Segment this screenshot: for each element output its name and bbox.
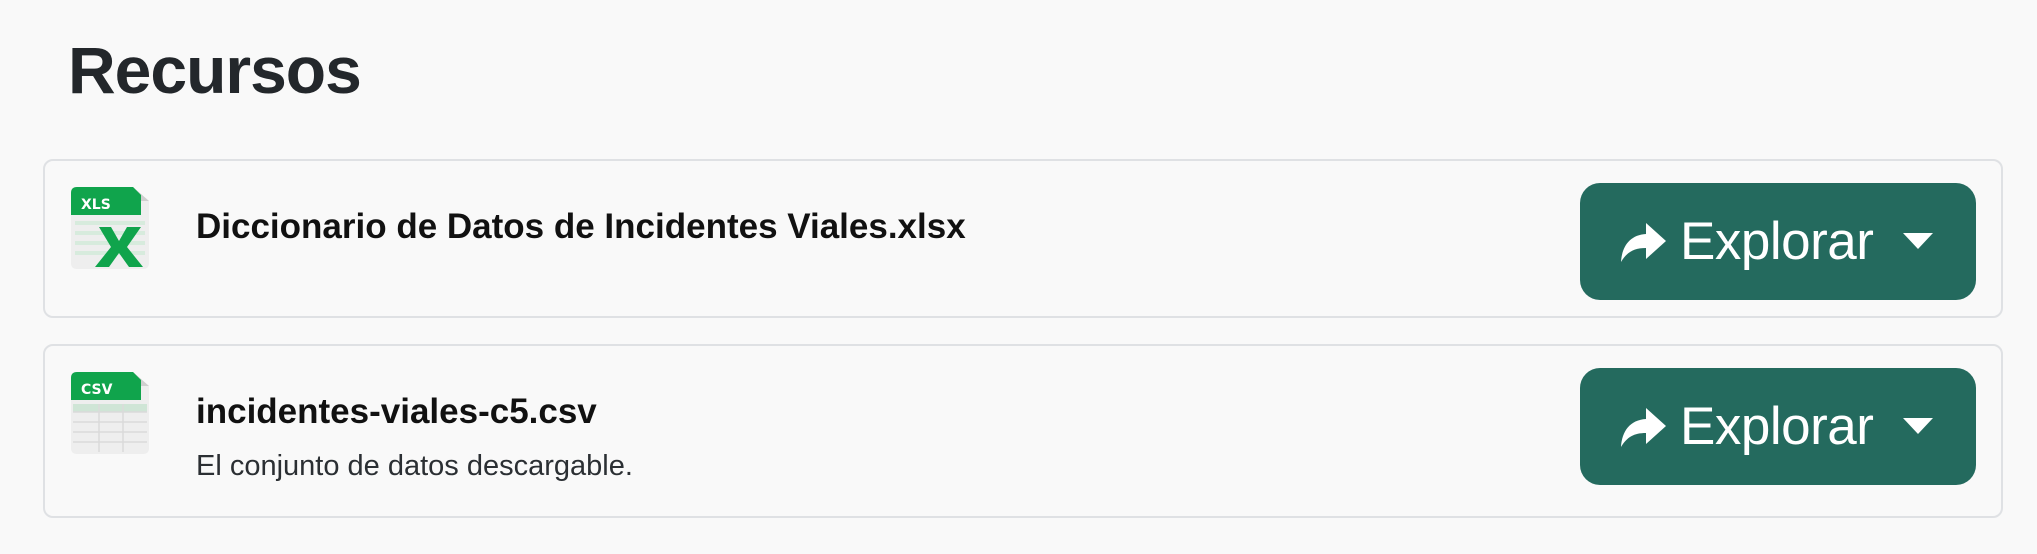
csv-file-icon: CSV [71, 372, 149, 454]
explore-button[interactable]: Explorar [1580, 368, 1976, 485]
xls-badge-text: XLS [81, 197, 111, 213]
resource-item: CSV incidentes-viales-c5.csv El conjunto… [43, 344, 2003, 518]
resource-name[interactable]: Diccionario de Datos de Incidentes Viale… [196, 205, 966, 249]
explore-button-label: Explorar [1680, 396, 1874, 456]
explore-button[interactable]: Explorar [1580, 183, 1976, 300]
share-arrow-icon [1621, 222, 1666, 262]
resources-page: Recursos XLS Diccionario de Datos de Inc… [0, 0, 2037, 554]
caret-down-icon [1903, 417, 1934, 434]
section-title: Recursos [68, 33, 362, 107]
csv-badge-text: CSV [81, 382, 113, 398]
resource-item: XLS Diccionario de Datos de Incidentes V… [43, 159, 2003, 318]
xls-file-icon: XLS [71, 187, 149, 269]
explore-button-label: Explorar [1680, 211, 1874, 271]
share-arrow-icon [1621, 407, 1666, 447]
resource-description: El conjunto de datos descargable. [196, 450, 633, 482]
resource-name[interactable]: incidentes-viales-c5.csv [196, 390, 597, 434]
caret-down-icon [1903, 232, 1934, 249]
